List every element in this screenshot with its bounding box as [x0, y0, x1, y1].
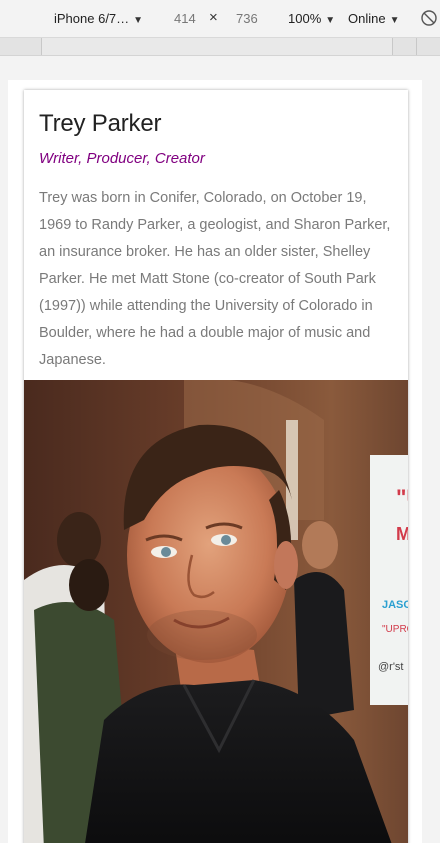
profile-photo: "U M JASO "UPRO @r'st	[24, 380, 408, 843]
network-dropdown-icon: ▼	[389, 15, 400, 26]
media-query-bar[interactable]	[0, 38, 440, 56]
zoom-select[interactable]: 100% ▼	[288, 11, 335, 29]
svg-text:@r'st: @r'st	[378, 661, 404, 673]
svg-text:JASO: JASO	[382, 599, 408, 611]
zoom-dropdown-icon: ▼	[325, 15, 336, 26]
network-throttle-select[interactable]: Online ▼	[348, 11, 399, 29]
zoom-select-label: 100%	[288, 11, 322, 26]
profile-bio: Trey was born in Conifer, Colorado, on O…	[39, 190, 391, 368]
device-select-label: iPhone 6/7…	[54, 11, 130, 26]
network-select-label: Online	[348, 11, 386, 26]
profile-role: Writer, Producer, Creator	[39, 150, 205, 167]
viewport-width-input[interactable]: 414	[174, 11, 196, 27]
svg-text:M: M	[396, 524, 408, 544]
viewport-height-input[interactable]: 736	[236, 11, 258, 27]
svg-text:"U: "U	[396, 485, 408, 510]
rotate-icon[interactable]	[420, 9, 438, 27]
device-dropdown-icon: ▼	[133, 15, 144, 26]
profile-card: Trey Parker Writer, Producer, Creator Tr…	[24, 90, 408, 843]
device-viewport: Trey Parker Writer, Producer, Creator Tr…	[8, 80, 422, 843]
device-toolbar: iPhone 6/7… ▼ 414 × 736 100% ▼ Online ▼	[0, 0, 440, 38]
dimension-separator: ×	[209, 9, 218, 26]
device-select[interactable]: iPhone 6/7… ▼	[54, 11, 143, 29]
profile-name: Trey Parker	[39, 110, 162, 137]
svg-text:"UPRO: "UPRO	[382, 624, 408, 635]
